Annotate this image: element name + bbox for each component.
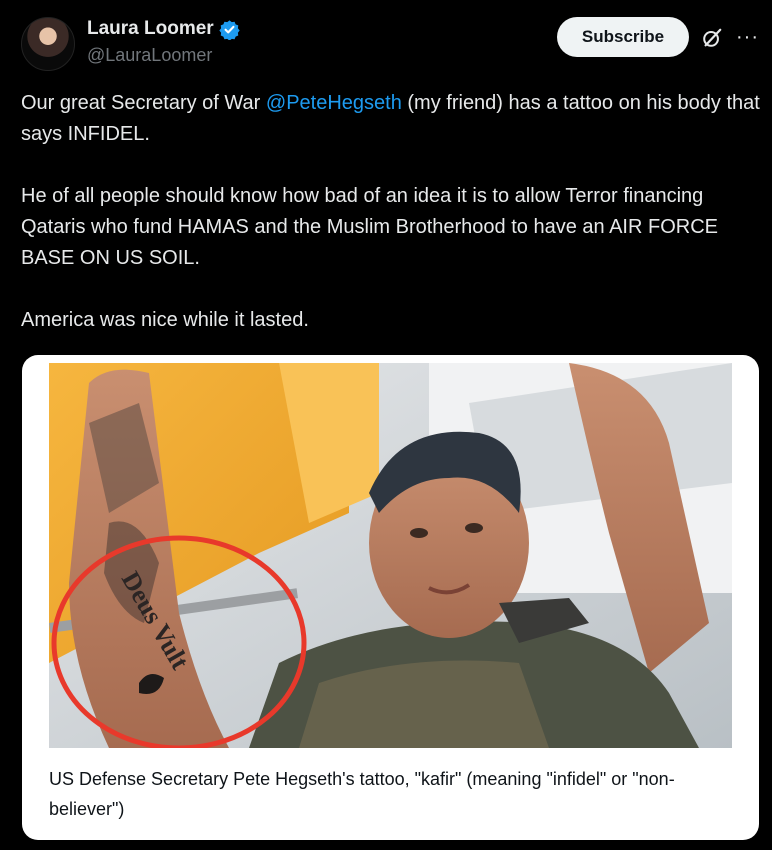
photo-illustration: Deus Vult [49, 363, 732, 748]
tweet-paragraph-2: He of all people should know how bad of … [21, 185, 718, 269]
media-card[interactable]: Deus Vult US Defense Secretary Pete Hegs… [22, 355, 759, 840]
author-handle[interactable]: @LauraLoomer [87, 45, 212, 66]
mention-link[interactable]: @PeteHegseth [266, 92, 402, 114]
more-icon[interactable]: ··· [736, 26, 759, 49]
avatar[interactable] [21, 17, 75, 71]
tweet-text-segment: Our great Secretary of War [21, 92, 266, 114]
subscribe-button[interactable]: Subscribe [557, 17, 689, 57]
card-photo[interactable]: Deus Vult [49, 363, 732, 748]
tweet-paragraph-3: America was nice while it lasted. [21, 309, 309, 331]
tweet-paragraph-1: Our great Secretary of War @PeteHegseth … [21, 88, 761, 150]
author-name-row: Laura Loomer [87, 18, 240, 40]
card-caption: US Defense Secretary Pete Hegseth's tatt… [49, 769, 675, 819]
author-name[interactable]: Laura Loomer [87, 18, 214, 40]
tweet-header: Laura Loomer @LauraLoomer Subscribe ··· [0, 0, 772, 80]
tweet-text: Our great Secretary of War @PeteHegseth … [21, 88, 761, 367]
grok-icon[interactable] [701, 27, 723, 49]
verified-badge-icon[interactable] [219, 19, 240, 40]
